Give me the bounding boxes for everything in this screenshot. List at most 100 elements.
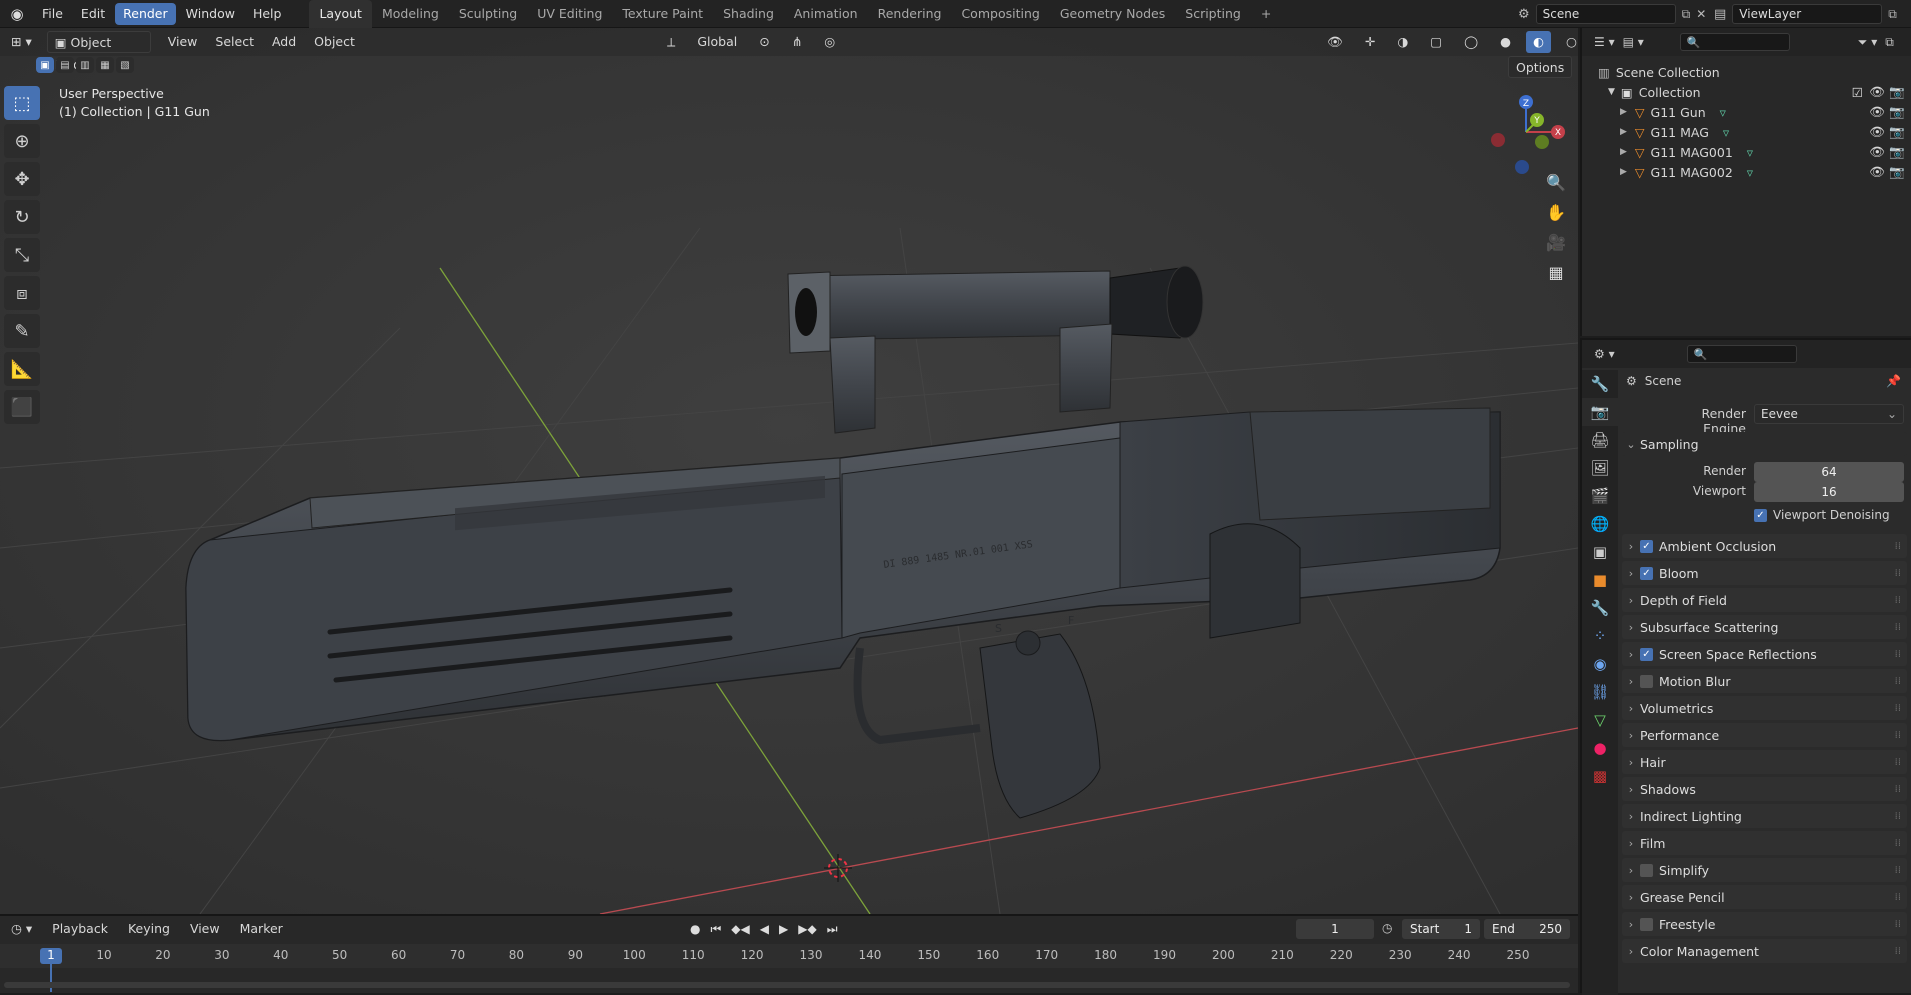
tab-shading[interactable]: Shading [713,0,784,28]
tab-geometry-nodes[interactable]: Geometry Nodes [1050,0,1175,28]
tab-layout[interactable]: Layout [309,0,372,28]
camera-render-icon[interactable]: 📷 [1889,104,1905,120]
menu-render[interactable]: Render [115,2,176,25]
render-samples-field[interactable]: 64 [1754,462,1904,482]
scale-tool-icon[interactable]: ⤡ [4,238,40,272]
render-panel-screen-space-reflections[interactable]: › ✓ Screen Space Reflections ⁞⁞ [1622,642,1907,666]
tab-modeling[interactable]: Modeling [372,0,449,28]
render-panel-freestyle[interactable]: › Freestyle ⁞⁞ [1622,912,1907,936]
constraints-tab-icon[interactable]: ⛓ [1582,678,1618,706]
outliner-display-mode-icon[interactable]: ▤ ▾ [1623,35,1644,49]
add-cube-tool-icon[interactable]: ⬛ [4,390,40,424]
properties-editor-icon[interactable]: ⚙ ▾ [1594,347,1615,361]
menu-window[interactable]: Window [178,3,243,25]
select-subtract-icon[interactable]: ▥ [76,57,94,73]
eye-icon[interactable]: 👁 [1869,84,1885,100]
tab-uv-editing[interactable]: UV Editing [527,0,612,28]
world-tab-icon[interactable]: 🌐 [1582,510,1618,538]
gizmo-toggle-icon[interactable]: ✛ [1358,31,1382,53]
select-intersect-icon[interactable]: ▧ [116,57,134,73]
collection-row[interactable]: ▼ ▣ Collection ☑ 👁 📷 [1582,82,1911,102]
menu-help[interactable]: Help [245,3,290,25]
menu-edit[interactable]: Edit [73,3,113,25]
drag-handle-icon[interactable]: ⁞⁞ [1895,757,1901,768]
drag-handle-icon[interactable]: ⁞⁞ [1895,730,1901,741]
texture-tab-icon[interactable]: ▩ [1582,762,1618,790]
material-shading-icon[interactable]: ◐ [1526,31,1551,53]
zoom-icon[interactable]: 🔍 [1542,168,1570,196]
render-panel-hair[interactable]: › Hair ⁞⁞ [1622,750,1907,774]
overlay-toggle-icon[interactable]: ◑ [1390,31,1415,53]
drag-handle-icon[interactable]: ⁞⁞ [1895,676,1901,687]
expand-icon[interactable]: ▶ [1620,167,1627,177]
render-panel-color-management[interactable]: › Color Management ⁞⁞ [1622,939,1907,963]
start-frame-field[interactable]: Start 1 [1402,919,1480,939]
drag-handle-icon[interactable]: ⁞⁞ [1895,568,1901,579]
panel-enable-checkbox[interactable]: ✓ [1640,647,1653,661]
camera-render-icon[interactable]: 📷 [1889,84,1905,100]
collection-tab-icon[interactable]: ▣ [1582,538,1618,566]
viewport-menu-view[interactable]: View [161,31,205,53]
transform-orientation-icon[interactable]: ⟂ [660,31,682,53]
outliner-object-row[interactable]: ▶ ▽ G11 MAG001 ▿ 👁 📷 [1582,142,1911,162]
panel-enable-checkbox[interactable] [1640,863,1653,877]
render-panel-film[interactable]: › Film ⁞⁞ [1622,831,1907,855]
play-reverse-icon[interactable]: ◀ [760,922,769,937]
view-layer-icon[interactable]: ▤ [1714,7,1726,22]
scene-collection-row[interactable]: ▥ Scene Collection [1582,62,1911,82]
camera-render-icon[interactable]: 📷 [1889,144,1905,160]
move-tool-icon[interactable]: ✥ [4,162,40,196]
outliner-editor-icon[interactable]: ☰ ▾ [1594,35,1615,49]
render-panel-performance[interactable]: › Performance ⁞⁞ [1622,723,1907,747]
proportional-editing-icon[interactable]: ◎ [817,31,842,53]
jump-start-icon[interactable]: ⏮ [710,922,721,937]
snap-icon[interactable]: ⋔ [785,31,809,53]
ortho-toggle-icon[interactable]: ▦ [1542,258,1570,286]
view-layer-selector[interactable]: ViewLayer [1732,4,1883,24]
mesh-data-icon[interactable]: ▿ [1747,145,1753,160]
object-tab-icon[interactable]: ■ [1582,566,1618,594]
select-box-tool-icon[interactable]: ⬚ [4,86,40,120]
tab-texture-paint[interactable]: Texture Paint [612,0,713,28]
eye-icon[interactable]: 👁 [1869,164,1885,180]
select-invert-icon[interactable]: ▦ [96,57,114,73]
tab-compositing[interactable]: Compositing [951,0,1049,28]
render-panel-shadows[interactable]: › Shadows ⁞⁞ [1622,777,1907,801]
current-frame-field[interactable]: 1 [1296,919,1374,939]
render-panel-volumetrics[interactable]: › Volumetrics ⁞⁞ [1622,696,1907,720]
transform-orientation[interactable]: Global [690,31,744,53]
drag-handle-icon[interactable]: ⁞⁞ [1895,784,1901,795]
jump-end-icon[interactable]: ⏭ [827,922,838,937]
end-frame-field[interactable]: End 250 [1484,919,1570,939]
viewport-menu-add[interactable]: Add [265,31,303,53]
drag-handle-icon[interactable]: ⁞⁞ [1895,865,1901,876]
blender-logo-icon[interactable]: ◉ [0,5,34,23]
clock-icon[interactable]: ◷ [1382,921,1392,935]
outliner-search-input[interactable]: 🔍 [1679,33,1790,51]
timeline-editor-icon[interactable]: ◷ ▾ [4,918,39,940]
collapse-icon[interactable]: ▼ [1608,87,1615,97]
viewport-denoising-checkbox[interactable]: ✓ [1754,508,1767,522]
prev-keyframe-icon[interactable]: ◆◀ [731,922,749,937]
menu-file[interactable]: File [34,3,71,25]
new-view-layer-icon[interactable]: ⧉ [1888,7,1897,22]
sampling-panel-header[interactable]: ⌄ Sampling [1622,432,1907,456]
select-new-icon[interactable]: ▣ [36,57,54,73]
add-workspace-button[interactable]: + [1251,0,1281,28]
visibility-icon[interactable]: 👁 [1320,31,1350,53]
panel-enable-checkbox[interactable] [1640,917,1653,931]
render-panel-bloom[interactable]: › ✓ Bloom ⁞⁞ [1622,561,1907,585]
render-panel-motion-blur[interactable]: › Motion Blur ⁞⁞ [1622,669,1907,693]
pin-icon[interactable]: 📌 [1886,374,1901,388]
outliner-object-row[interactable]: ▶ ▽ G11 Gun ▿ 👁 📷 [1582,102,1911,122]
drag-handle-icon[interactable]: ⁞⁞ [1895,838,1901,849]
modifier-tab-icon[interactable]: 🔧 [1582,594,1618,622]
output-tab-icon[interactable]: 🖨 [1582,426,1618,454]
drag-handle-icon[interactable]: ⁞⁞ [1895,622,1901,633]
render-panel-simplify[interactable]: › Simplify ⁞⁞ [1622,858,1907,882]
camera-render-icon[interactable]: 📷 [1889,164,1905,180]
panel-enable-checkbox[interactable]: ✓ [1640,566,1653,580]
viewport-samples-field[interactable]: 16 [1754,482,1904,502]
tab-animation[interactable]: Animation [784,0,868,28]
solid-shading-icon[interactable]: ● [1493,31,1518,53]
